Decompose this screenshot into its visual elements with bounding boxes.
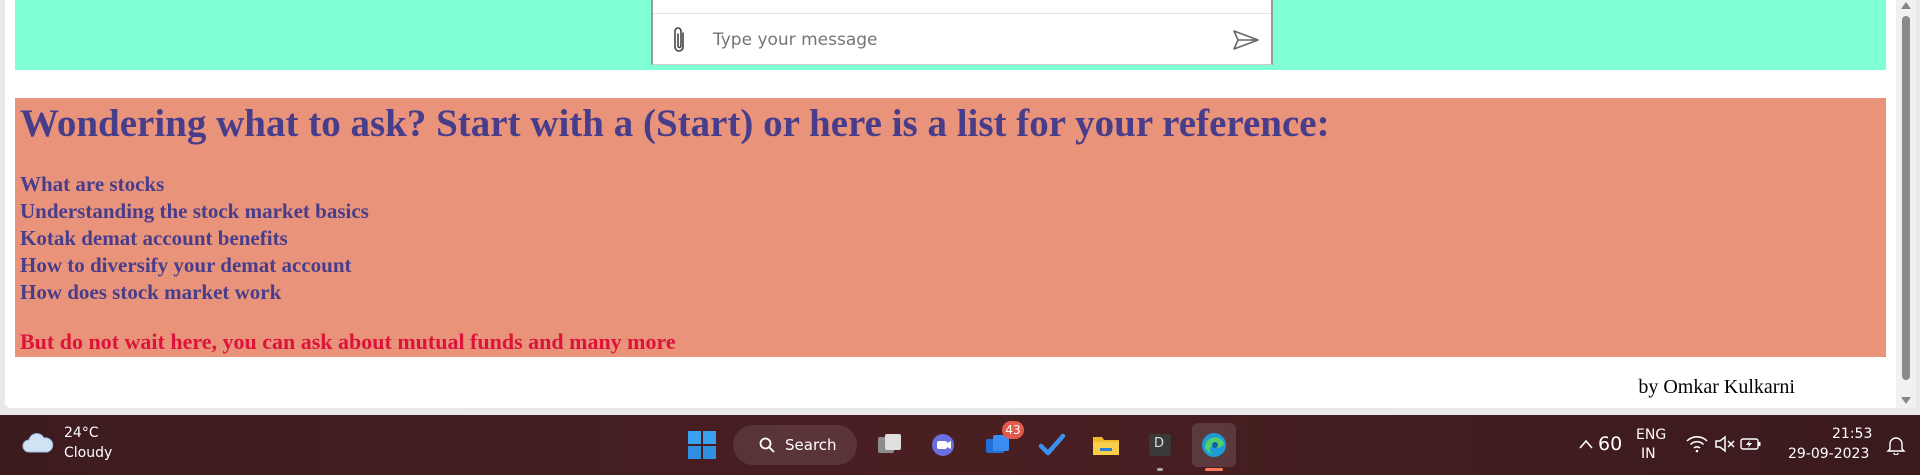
browser-viewport: Wondering what to ask? Start with a (Sta… bbox=[5, 0, 1901, 408]
scrollbar-thumb[interactable] bbox=[1902, 16, 1910, 380]
suggestion-item[interactable]: Understanding the stock market basics bbox=[20, 198, 369, 225]
suggestion-item[interactable]: What are stocks bbox=[20, 171, 369, 198]
active-indicator bbox=[1205, 468, 1223, 471]
region-indicator[interactable]: IN bbox=[1641, 446, 1656, 462]
task-view-button[interactable] bbox=[868, 423, 912, 467]
chat-input-bar bbox=[651, 0, 1273, 65]
message-input[interactable] bbox=[711, 22, 1175, 58]
chat-divider bbox=[653, 13, 1271, 14]
search-icon bbox=[759, 437, 775, 453]
author-byline: by Omkar Kulkarni bbox=[1638, 376, 1795, 398]
chat-section bbox=[15, 0, 1886, 70]
wifi-icon[interactable] bbox=[1686, 435, 1708, 453]
suggestion-item[interactable]: Kotak demat account benefits bbox=[20, 225, 369, 252]
edge-browser-icon bbox=[1202, 433, 1226, 457]
windows-logo-icon bbox=[688, 431, 716, 459]
battery-charging-icon[interactable] bbox=[1740, 436, 1762, 452]
page-scrollbar[interactable] bbox=[1896, 0, 1916, 408]
scroll-down-icon[interactable] bbox=[1901, 397, 1911, 404]
dev-app-letter: D bbox=[1154, 436, 1165, 451]
taskbar-search[interactable]: Search bbox=[733, 425, 857, 465]
todo-button[interactable] bbox=[1030, 423, 1074, 467]
dev-app-button[interactable]: D bbox=[1138, 423, 1182, 471]
speaker-muted-icon[interactable] bbox=[1714, 435, 1736, 453]
paperclip-icon[interactable] bbox=[669, 25, 691, 55]
reference-heading: Wondering what to ask? Start with a (Sta… bbox=[20, 102, 1330, 145]
send-icon[interactable] bbox=[1231, 28, 1261, 52]
scroll-up-icon[interactable] bbox=[1901, 2, 1911, 9]
checkmark-icon bbox=[1038, 433, 1066, 456]
weather-condition: Cloudy bbox=[64, 445, 113, 461]
weather-temperature: 24°C bbox=[64, 425, 99, 441]
cloud-icon bbox=[22, 433, 54, 453]
language-indicator[interactable]: ENG bbox=[1636, 427, 1666, 443]
start-button[interactable] bbox=[680, 423, 724, 467]
reference-note: But do not wait here, you can ask about … bbox=[20, 329, 676, 354]
chat-camera-icon bbox=[932, 434, 954, 456]
suggestion-item[interactable]: How to diversify your demat account bbox=[20, 252, 369, 279]
suggestion-item[interactable]: How does stock market work bbox=[20, 279, 369, 306]
clock-time[interactable]: 21:53 bbox=[1832, 426, 1872, 442]
suggestion-list: What are stocks Understanding the stock … bbox=[20, 171, 369, 306]
folder-icon bbox=[1093, 437, 1119, 455]
notification-bell-icon[interactable] bbox=[1886, 435, 1906, 455]
search-label: Search bbox=[785, 436, 837, 454]
file-explorer-button[interactable] bbox=[1084, 423, 1128, 467]
mail-badge: 43 bbox=[1002, 421, 1024, 439]
reference-panel: Wondering what to ask? Start with a (Sta… bbox=[15, 98, 1886, 357]
battery-percent[interactable]: 60 bbox=[1598, 433, 1622, 455]
task-view-icon bbox=[878, 434, 901, 453]
edge-browser-button[interactable] bbox=[1192, 423, 1236, 471]
mail-button[interactable]: 43 bbox=[976, 421, 1024, 467]
clock-date[interactable]: 29-09-2023 bbox=[1788, 446, 1869, 462]
running-indicator bbox=[1157, 468, 1163, 471]
taskbar: 24°C Cloudy Search 43 D 60 ENG IN 21:53 … bbox=[0, 415, 1920, 475]
chevron-up-icon[interactable] bbox=[1578, 438, 1594, 450]
teams-chat-button[interactable] bbox=[922, 423, 966, 467]
